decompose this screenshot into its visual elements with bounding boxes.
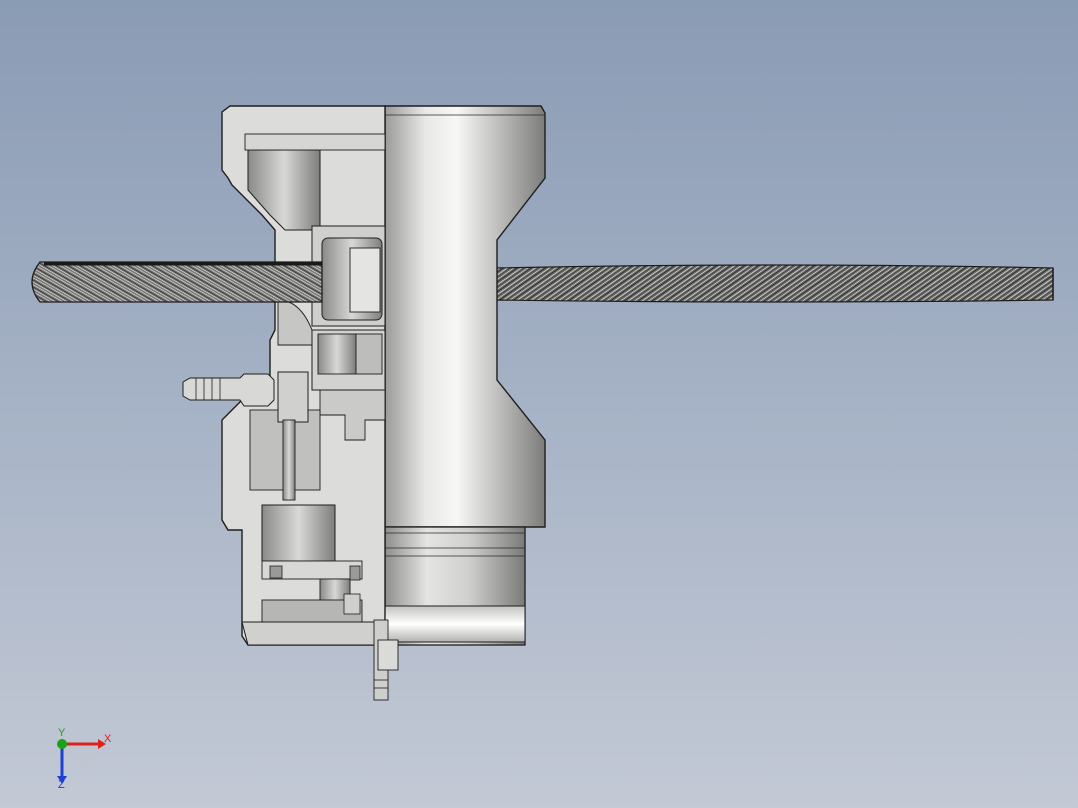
cad-model-view[interactable] — [0, 0, 1078, 808]
main-cylinder-body[interactable] — [384, 105, 546, 528]
lower-cylinder-base[interactable] — [384, 526, 526, 646]
graphics-viewport[interactable]: X Y Z — [0, 0, 1078, 808]
wire-rope-right[interactable] — [494, 264, 1054, 303]
y-axis-label: Y — [58, 727, 66, 739]
x-axis-label: X — [104, 733, 112, 745]
z-axis-label: Z — [58, 779, 65, 791]
orientation-triad[interactable]: X Y Z — [48, 728, 118, 794]
wire-rope-left[interactable] — [31, 261, 323, 303]
